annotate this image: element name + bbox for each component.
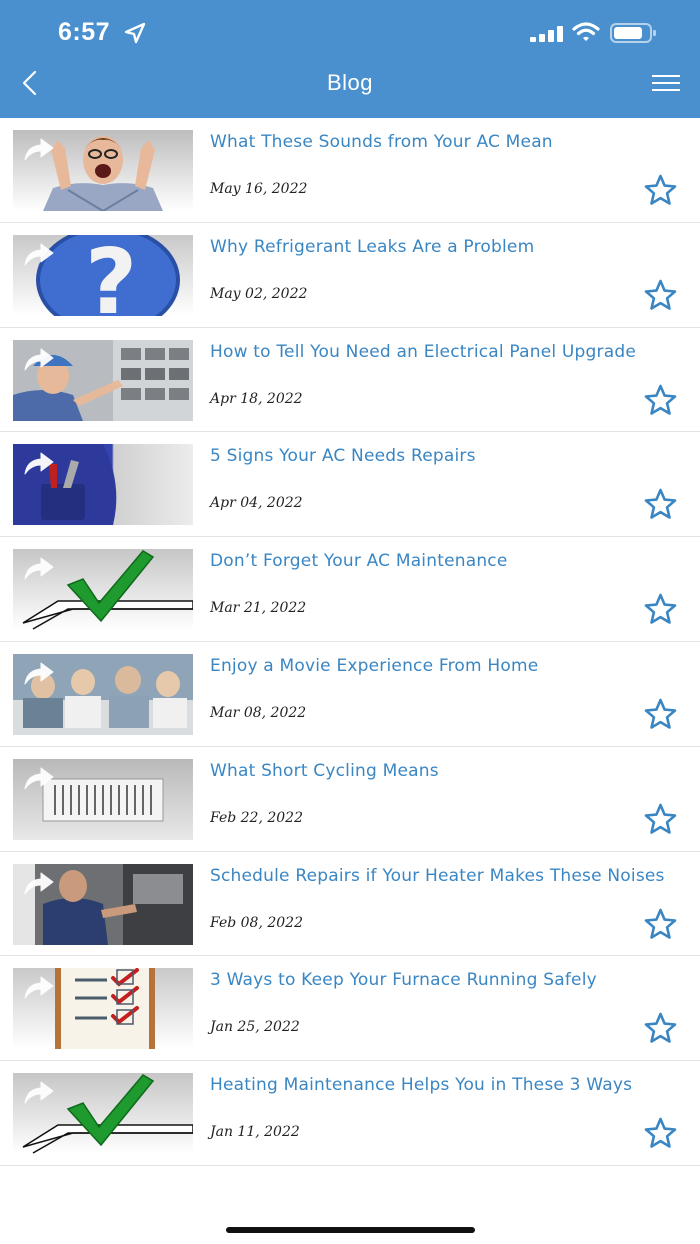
post-thumbnail[interactable]	[13, 549, 193, 631]
post-title-link[interactable]: Enjoy a Movie Experience From Home	[210, 656, 680, 676]
post-thumbnail[interactable]	[13, 758, 193, 840]
post-title-link[interactable]: 3 Ways to Keep Your Furnace Running Safe…	[210, 970, 680, 990]
hamburger-menu-icon[interactable]	[650, 70, 682, 96]
share-arrow-icon[interactable]	[21, 870, 55, 896]
favorite-star-icon[interactable]	[644, 908, 677, 939]
favorite-star-icon[interactable]	[644, 384, 677, 415]
favorite-star-icon[interactable]	[644, 1012, 677, 1044]
blog-post-row[interactable]: Enjoy a Movie Experience From Home Mar 0…	[0, 642, 700, 747]
blog-post-list: What These Sounds from Your AC Mean May …	[0, 118, 700, 1166]
blog-post-row[interactable]: Heating Maintenance Helps You in These 3…	[0, 1061, 700, 1166]
share-arrow-icon[interactable]	[21, 241, 55, 267]
post-title-link[interactable]: What Short Cycling Means	[210, 761, 680, 781]
post-date: May 16, 2022	[210, 181, 308, 197]
wifi-icon	[572, 22, 600, 41]
share-arrow-icon[interactable]	[21, 1079, 55, 1105]
nav-header: 6:57 Blog	[0, 0, 700, 118]
post-title-link[interactable]: Schedule Repairs if Your Heater Makes Th…	[210, 866, 680, 886]
post-title-link[interactable]: Why Refrigerant Leaks Are a Problem	[210, 237, 680, 257]
post-date: Feb 22, 2022	[210, 809, 303, 826]
post-title-link[interactable]: What These Sounds from Your AC Mean	[210, 132, 680, 152]
page-title: Blog	[326, 70, 374, 95]
post-thumbnail[interactable]	[13, 653, 193, 735]
blog-post-row[interactable]: What Short Cycling Means Feb 22, 2022	[0, 747, 700, 852]
favorite-star-icon[interactable]	[644, 488, 677, 520]
favorite-star-icon[interactable]	[644, 593, 677, 624]
share-arrow-icon[interactable]	[21, 346, 55, 372]
favorite-star-icon[interactable]	[644, 174, 677, 205]
blog-post-row[interactable]: 3 Ways to Keep Your Furnace Running Safe…	[0, 956, 700, 1062]
location-arrow-icon	[124, 22, 146, 44]
share-arrow-icon[interactable]	[21, 765, 55, 791]
blog-post-row[interactable]: Don’t Forget Your AC Maintenance Mar 21,…	[0, 537, 700, 642]
post-thumbnail[interactable]	[13, 968, 193, 1050]
battery-icon	[610, 23, 656, 43]
post-thumbnail[interactable]	[13, 444, 193, 526]
blog-post-row[interactable]: Schedule Repairs if Your Heater Makes Th…	[0, 852, 700, 957]
share-arrow-icon[interactable]	[21, 450, 55, 476]
share-arrow-icon[interactable]	[21, 555, 55, 581]
post-thumbnail[interactable]	[13, 863, 193, 945]
post-date: Jan 25, 2022	[210, 1019, 300, 1036]
post-date: Mar 21, 2022	[210, 600, 307, 617]
favorite-star-icon[interactable]	[644, 279, 677, 310]
post-title-link[interactable]: How to Tell You Need an Electrical Panel…	[210, 342, 680, 362]
home-indicator[interactable]	[226, 1227, 475, 1233]
share-arrow-icon[interactable]	[21, 136, 55, 162]
status-time: 6:57	[58, 18, 111, 46]
post-thumbnail[interactable]	[13, 339, 193, 421]
post-date: Jan 11, 2022	[210, 1124, 300, 1141]
post-date: Mar 08, 2022	[210, 704, 307, 721]
post-date: May 02, 2022	[210, 285, 308, 302]
share-arrow-icon[interactable]	[21, 974, 55, 1000]
post-title-link[interactable]: Heating Maintenance Helps You in These 3…	[210, 1075, 680, 1095]
share-arrow-icon[interactable]	[21, 660, 55, 686]
blog-post-row[interactable]: ? Why Refrigerant Leaks Are a Problem Ma…	[0, 223, 700, 328]
post-thumbnail[interactable]	[13, 1073, 193, 1155]
cellular-signal-icon	[530, 26, 563, 42]
blog-post-row[interactable]: 5 Signs Your AC Needs Repairs Apr 04, 20…	[0, 432, 700, 538]
favorite-star-icon[interactable]	[644, 803, 677, 834]
post-title-link[interactable]: Don’t Forget Your AC Maintenance	[210, 551, 680, 571]
favorite-star-icon[interactable]	[644, 698, 677, 729]
post-date: Apr 18, 2022	[210, 390, 303, 407]
post-thumbnail[interactable]: ?	[13, 234, 193, 316]
post-title-link[interactable]: 5 Signs Your AC Needs Repairs	[210, 446, 680, 466]
svg-text:?: ?	[85, 235, 137, 316]
favorite-star-icon[interactable]	[644, 1117, 677, 1148]
post-thumbnail[interactable]	[13, 130, 193, 211]
blog-post-row[interactable]: How to Tell You Need an Electrical Panel…	[0, 328, 700, 433]
post-date: Feb 08, 2022	[210, 914, 303, 931]
post-date: Apr 04, 2022	[210, 495, 303, 512]
blog-post-row[interactable]: What These Sounds from Your AC Mean May …	[0, 118, 700, 223]
